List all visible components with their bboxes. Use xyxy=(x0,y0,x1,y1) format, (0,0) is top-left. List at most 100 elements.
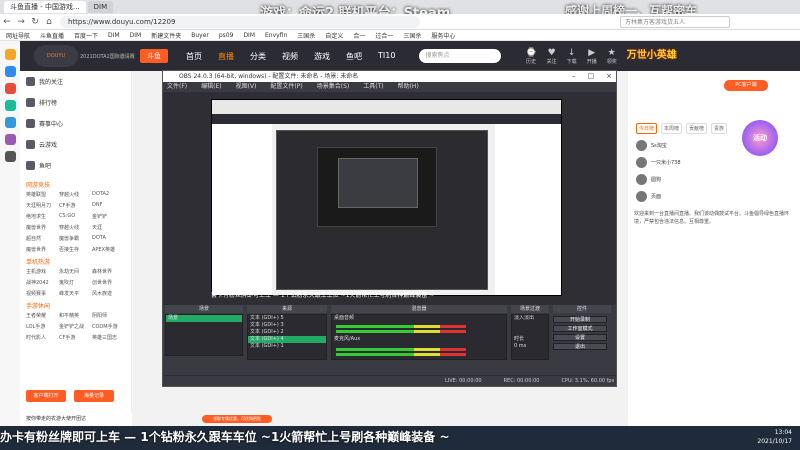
sidebar-item[interactable]: 排行榜 xyxy=(20,92,131,113)
close-icon[interactable]: × xyxy=(606,71,612,82)
obs-control-button[interactable]: 退出 xyxy=(553,343,607,350)
category-link[interactable]: CS:GO xyxy=(59,213,92,220)
app-icon[interactable] xyxy=(4,100,16,111)
system-clock[interactable]: 13:04 2021/10/17 xyxy=(712,428,792,446)
obs-control-button[interactable]: 开始录制 xyxy=(553,316,607,323)
category-link[interactable]: 森林世界 xyxy=(92,268,125,275)
category-link[interactable]: 英雄联盟 xyxy=(26,191,59,198)
bookmark-item[interactable]: 新建文件夹 xyxy=(151,31,181,40)
header-banner[interactable]: 万世小英雄 xyxy=(627,43,697,69)
bookmark-item[interactable]: 三国杀 xyxy=(403,31,421,40)
category-link[interactable]: 魔兽世界 xyxy=(26,246,59,253)
category-link[interactable]: 和平精英 xyxy=(59,312,92,319)
category-link[interactable]: 超自然 xyxy=(26,235,59,242)
bookmark-item[interactable]: DIM xyxy=(108,32,120,39)
maximize-icon[interactable]: □ xyxy=(588,71,595,82)
pc-client-button[interactable]: PC客户端 xyxy=(724,80,768,91)
nav-item[interactable]: 首页 xyxy=(186,51,202,62)
nav-item[interactable]: 游戏 xyxy=(314,51,330,62)
nav-item[interactable]: TI10 xyxy=(378,51,395,62)
nav-item[interactable]: 视频 xyxy=(282,51,298,62)
source-item[interactable]: 文本 (GDI+) 1 xyxy=(248,343,326,350)
transition-select[interactable]: 淡入淡出 xyxy=(512,315,548,322)
category-link[interactable]: 战神2042 xyxy=(26,279,59,286)
source-item[interactable]: 文本 (GDI+) 3 xyxy=(248,322,326,329)
bookmark-item[interactable]: 斗鱼直播 xyxy=(40,31,64,40)
bookmark-item[interactable]: 百度一下 xyxy=(74,31,98,40)
category-link[interactable]: CODM手游 xyxy=(92,323,125,330)
category-link[interactable]: 主机游戏 xyxy=(26,268,59,275)
rank-user[interactable]: 圆狗 xyxy=(628,168,800,185)
obs-menu-item[interactable]: 编辑(E) xyxy=(201,82,221,92)
category-link[interactable]: DNF xyxy=(92,202,125,209)
rank-tab[interactable]: 本周榜 xyxy=(661,123,683,134)
obs-menu-item[interactable]: 配置文件(P) xyxy=(270,82,302,92)
category-link[interactable]: DOTA2 xyxy=(92,191,125,198)
sidebar-item[interactable]: 鱼吧 xyxy=(20,155,131,176)
bookmark-item[interactable]: 自定义 xyxy=(325,31,343,40)
category-link[interactable]: 天涯明月刀 xyxy=(26,202,59,209)
bookmark-item[interactable]: 网址导航 xyxy=(6,31,30,40)
nav-item[interactable]: 直播 xyxy=(218,51,234,62)
client-open-button[interactable]: 客户端打开 xyxy=(26,390,66,402)
bookmark-item[interactable]: Buyer xyxy=(191,32,209,39)
rank-user[interactable]: 一只米小738 xyxy=(628,151,800,168)
category-link[interactable]: 绝地求生 xyxy=(26,213,59,220)
header-action[interactable]: ↓ 下载 xyxy=(567,48,577,65)
app-icon[interactable] xyxy=(4,134,16,145)
category-link[interactable]: 魔兽世界 xyxy=(26,224,59,231)
nav-item[interactable]: 分类 xyxy=(250,51,266,62)
bookmark-item[interactable]: Envyfin xyxy=(265,32,287,39)
douyu-badge[interactable]: 斗鱼 xyxy=(140,49,168,63)
category-link[interactable]: DOTA xyxy=(92,235,125,242)
reload-icon[interactable]: ↻ xyxy=(28,15,42,29)
forward-icon[interactable]: → xyxy=(14,15,28,29)
obs-menu-item[interactable]: 视图(V) xyxy=(236,82,257,92)
category-link[interactable]: 永劫无间 xyxy=(59,268,92,275)
app-icon[interactable] xyxy=(4,66,16,77)
category-link[interactable]: 阴阳师 xyxy=(92,312,125,319)
obs-preview[interactable] xyxy=(211,99,562,296)
category-link[interactable]: 峰发天平 xyxy=(59,290,92,297)
history-button[interactable]: 海量记录 xyxy=(74,390,114,402)
bookmark-item[interactable]: ps09 xyxy=(219,32,234,39)
category-link[interactable]: 天涯 xyxy=(92,224,125,231)
obs-control-button[interactable]: 设置 xyxy=(553,334,607,341)
bookmark-item[interactable]: DIM xyxy=(130,32,142,39)
sidebar-item[interactable]: 云游戏 xyxy=(20,134,131,155)
obs-menu-item[interactable]: 工具(T) xyxy=(363,82,383,92)
scene-item[interactable]: 场景 xyxy=(166,315,242,322)
bookmark-item[interactable]: 过合一 xyxy=(375,31,393,40)
category-link[interactable]: 金铲铲 xyxy=(92,213,125,220)
rank-tab[interactable]: 贵族 xyxy=(711,123,728,134)
bookmark-item[interactable]: 三国杀 xyxy=(297,31,315,40)
tab-douyu[interactable]: 斗鱼直播 - 中国游戏... xyxy=(4,1,86,13)
category-link[interactable]: 金铲铲之战 xyxy=(59,323,92,330)
header-action[interactable]: ★ 领奖 xyxy=(607,48,617,65)
browser-search-input[interactable]: 万林集万客游戏货五人 xyxy=(620,15,730,28)
source-item[interactable]: 文本 (GDI+) 5 xyxy=(248,315,326,322)
douyu-logo[interactable]: DOUYU xyxy=(34,45,78,67)
obs-menu-item[interactable]: 文件(F) xyxy=(167,82,187,92)
source-item[interactable]: 文本 (GDI+) 2 xyxy=(248,329,326,336)
app-icon[interactable] xyxy=(4,83,16,94)
category-link[interactable]: APEX英雄 xyxy=(92,246,125,253)
category-link[interactable]: CF手游 xyxy=(59,202,92,209)
header-action[interactable]: ▶ 开播 xyxy=(587,48,597,65)
tab-dim[interactable]: DIM xyxy=(87,1,114,13)
home-icon[interactable]: ⌂ xyxy=(42,15,56,29)
app-icon[interactable] xyxy=(4,49,16,60)
header-action[interactable]: ♥ 关注 xyxy=(547,48,557,65)
category-link[interactable]: 王者荣耀 xyxy=(26,312,59,319)
sidebar-item[interactable]: 赛事中心 xyxy=(20,113,131,134)
sidebar-item[interactable]: 我的关注 xyxy=(20,71,131,92)
bookmark-item[interactable]: 服务中心 xyxy=(431,31,455,40)
category-link[interactable]: 英雄三国志 xyxy=(92,334,125,341)
category-link[interactable]: 创世世界 xyxy=(92,279,125,286)
promo-pill[interactable]: 领取专属优惠，可优购密贴 xyxy=(202,415,272,423)
category-link[interactable]: 穿越火线 xyxy=(59,191,92,198)
obs-menu-item[interactable]: 帮助(H) xyxy=(398,82,419,92)
category-link[interactable]: 魔兽争霸 xyxy=(59,235,92,242)
category-link[interactable]: 鬼吹灯 xyxy=(59,279,92,286)
obs-menu-item[interactable]: 场景集合(S) xyxy=(317,82,350,92)
